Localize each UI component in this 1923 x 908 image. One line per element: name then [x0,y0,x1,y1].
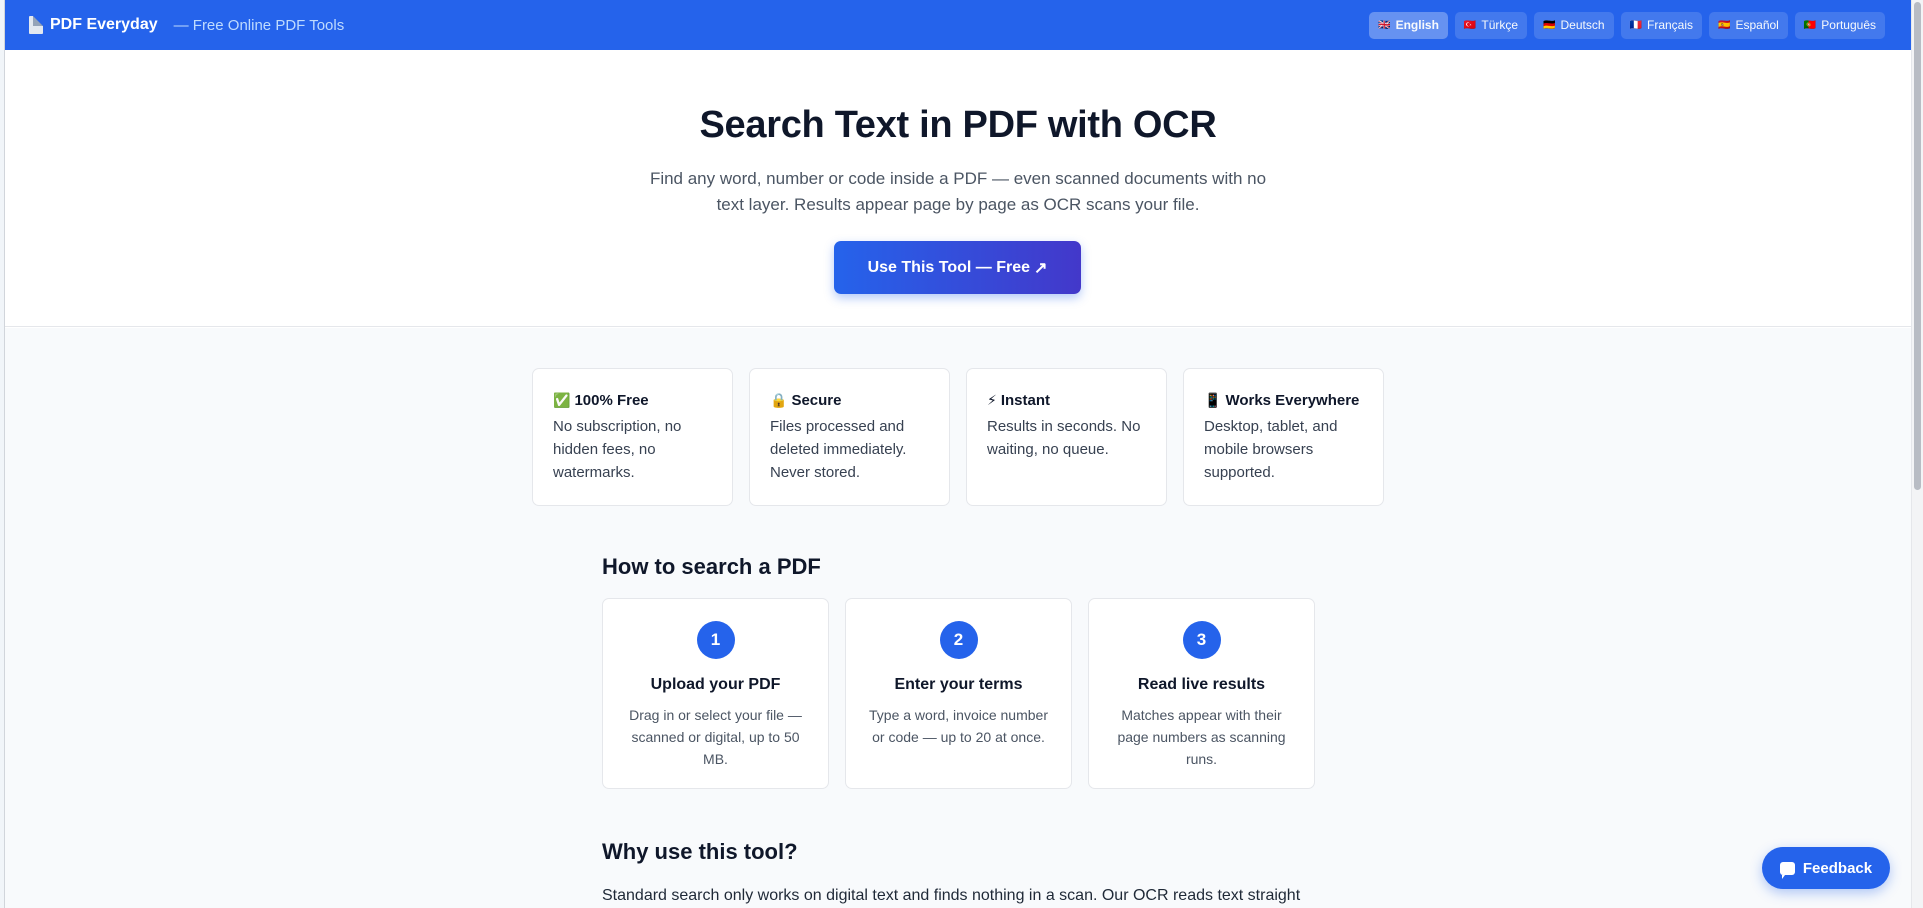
page-title: Search Text in PDF with OCR [699,104,1217,146]
lang-button-french[interactable]: 🇫🇷 Français [1620,11,1703,39]
lang-label: Français [1647,18,1694,32]
lang-button-portuguese[interactable]: 🇵🇹 Português [1794,11,1885,39]
why-heading: Why use this tool? [602,839,798,864]
step-card: 1 Upload your PDF Drag in or select your… [602,598,829,789]
feature-card-secure: 🔒 Secure Files processed and deleted imm… [749,368,950,506]
step-number-badge: 2 [939,621,978,659]
how-to-heading: How to search a PDF [602,554,821,579]
feature-title: Instant [1000,392,1051,409]
feedback-label: Feedback [1802,859,1873,877]
chat-bubble-icon [1779,861,1795,879]
window-left-edge [0,0,5,908]
brand[interactable]: PDF Everyday [29,16,158,34]
lang-button-spanish[interactable]: 🇪🇸 Español [1709,11,1788,39]
feature-text: Results in seconds. No waiting, no queue… [987,418,1141,458]
feature-title: Secure [791,392,842,409]
lang-label: Español [1735,18,1779,32]
lightning-icon: ⚡ [987,392,997,408]
mobile-phone-icon: 📱 [1204,392,1222,408]
top-navbar: PDF Everyday — Free Online PDF Tools 🇬🇧 … [5,0,1911,50]
lock-icon: 🔒 [770,392,788,408]
feature-card-everywhere: 📱 Works Everywhere Desktop, tablet, and … [1183,368,1384,506]
cta-label: Use This Tool — Free [867,258,1030,276]
language-switcher: 🇬🇧 English 🇹🇷 Türkçe 🇩🇪 Deutsch 🇫🇷 Franç… [1369,11,1885,39]
page-scrollbar[interactable] [1911,0,1923,908]
spain-flag-icon: 🇪🇸 [1718,19,1731,31]
germany-flag-icon: 🇩🇪 [1543,19,1556,31]
feature-text: Files processed and deleted immediately.… [770,418,907,481]
step-card: 2 Enter your terms Type a word, invoice … [845,598,1072,789]
step-text: Matches appear with their page numbers a… [1117,707,1286,767]
how-to-steps: 1 Upload your PDF Drag in or select your… [602,598,1315,789]
use-tool-button[interactable]: Use This Tool — Free ↗ [834,241,1081,294]
check-icon: ✅ [553,392,571,408]
feature-title: Works Everywhere [1225,392,1360,409]
feature-text: No subscription, no hidden fees, no wate… [553,418,682,481]
step-text: Drag in or select your file — scanned or… [629,707,802,767]
document-icon [29,16,43,34]
main-content: ✅ 100% Free No subscription, no hidden f… [5,328,1911,908]
feature-cards: ✅ 100% Free No subscription, no hidden f… [532,368,1384,506]
brand-name: PDF Everyday [50,16,158,33]
step-card: 3 Read live results Matches appear with … [1088,598,1315,789]
uk-flag-icon: 🇬🇧 [1378,19,1391,31]
hero-subtitle: Find any word, number or code inside a P… [649,169,1267,214]
france-flag-icon: 🇫🇷 [1629,19,1642,31]
brand-tagline: — Free Online PDF Tools [173,16,345,34]
external-arrow-icon: ↗ [1034,259,1048,277]
portugal-flag-icon: 🇵🇹 [1803,19,1817,31]
step-text: Type a word, invoice number or code — up… [869,707,1048,745]
lang-button-german[interactable]: 🇩🇪 Deutsch [1534,11,1614,39]
feature-text: Desktop, tablet, and mobile browsers sup… [1204,418,1338,481]
step-number-badge: 1 [696,621,735,659]
hero-section: Search Text in PDF with OCR Find any wor… [5,50,1911,327]
lang-label: English [1395,18,1439,32]
lang-button-english[interactable]: 🇬🇧 English [1369,11,1448,39]
scrollbar-thumb[interactable] [1914,2,1921,490]
feedback-button[interactable]: Feedback [1762,847,1890,889]
lang-label: Português [1821,18,1876,32]
lang-button-turkish[interactable]: 🇹🇷 Türkçe [1454,11,1528,39]
step-title: Enter your terms [894,676,1023,693]
step-title: Read live results [1137,676,1266,693]
turkey-flag-icon: 🇹🇷 [1463,19,1477,31]
feature-title: 100% Free [574,392,649,409]
step-number-badge: 3 [1182,621,1221,659]
feature-card-free: ✅ 100% Free No subscription, no hidden f… [532,368,733,506]
step-title: Upload your PDF [650,676,781,693]
feature-card-instant: ⚡ Instant Results in seconds. No waiting… [966,368,1167,506]
why-paragraph: Standard search only works on digital te… [602,887,1301,904]
lang-label: Deutsch [1560,18,1605,32]
lang-label: Türkçe [1481,18,1519,32]
